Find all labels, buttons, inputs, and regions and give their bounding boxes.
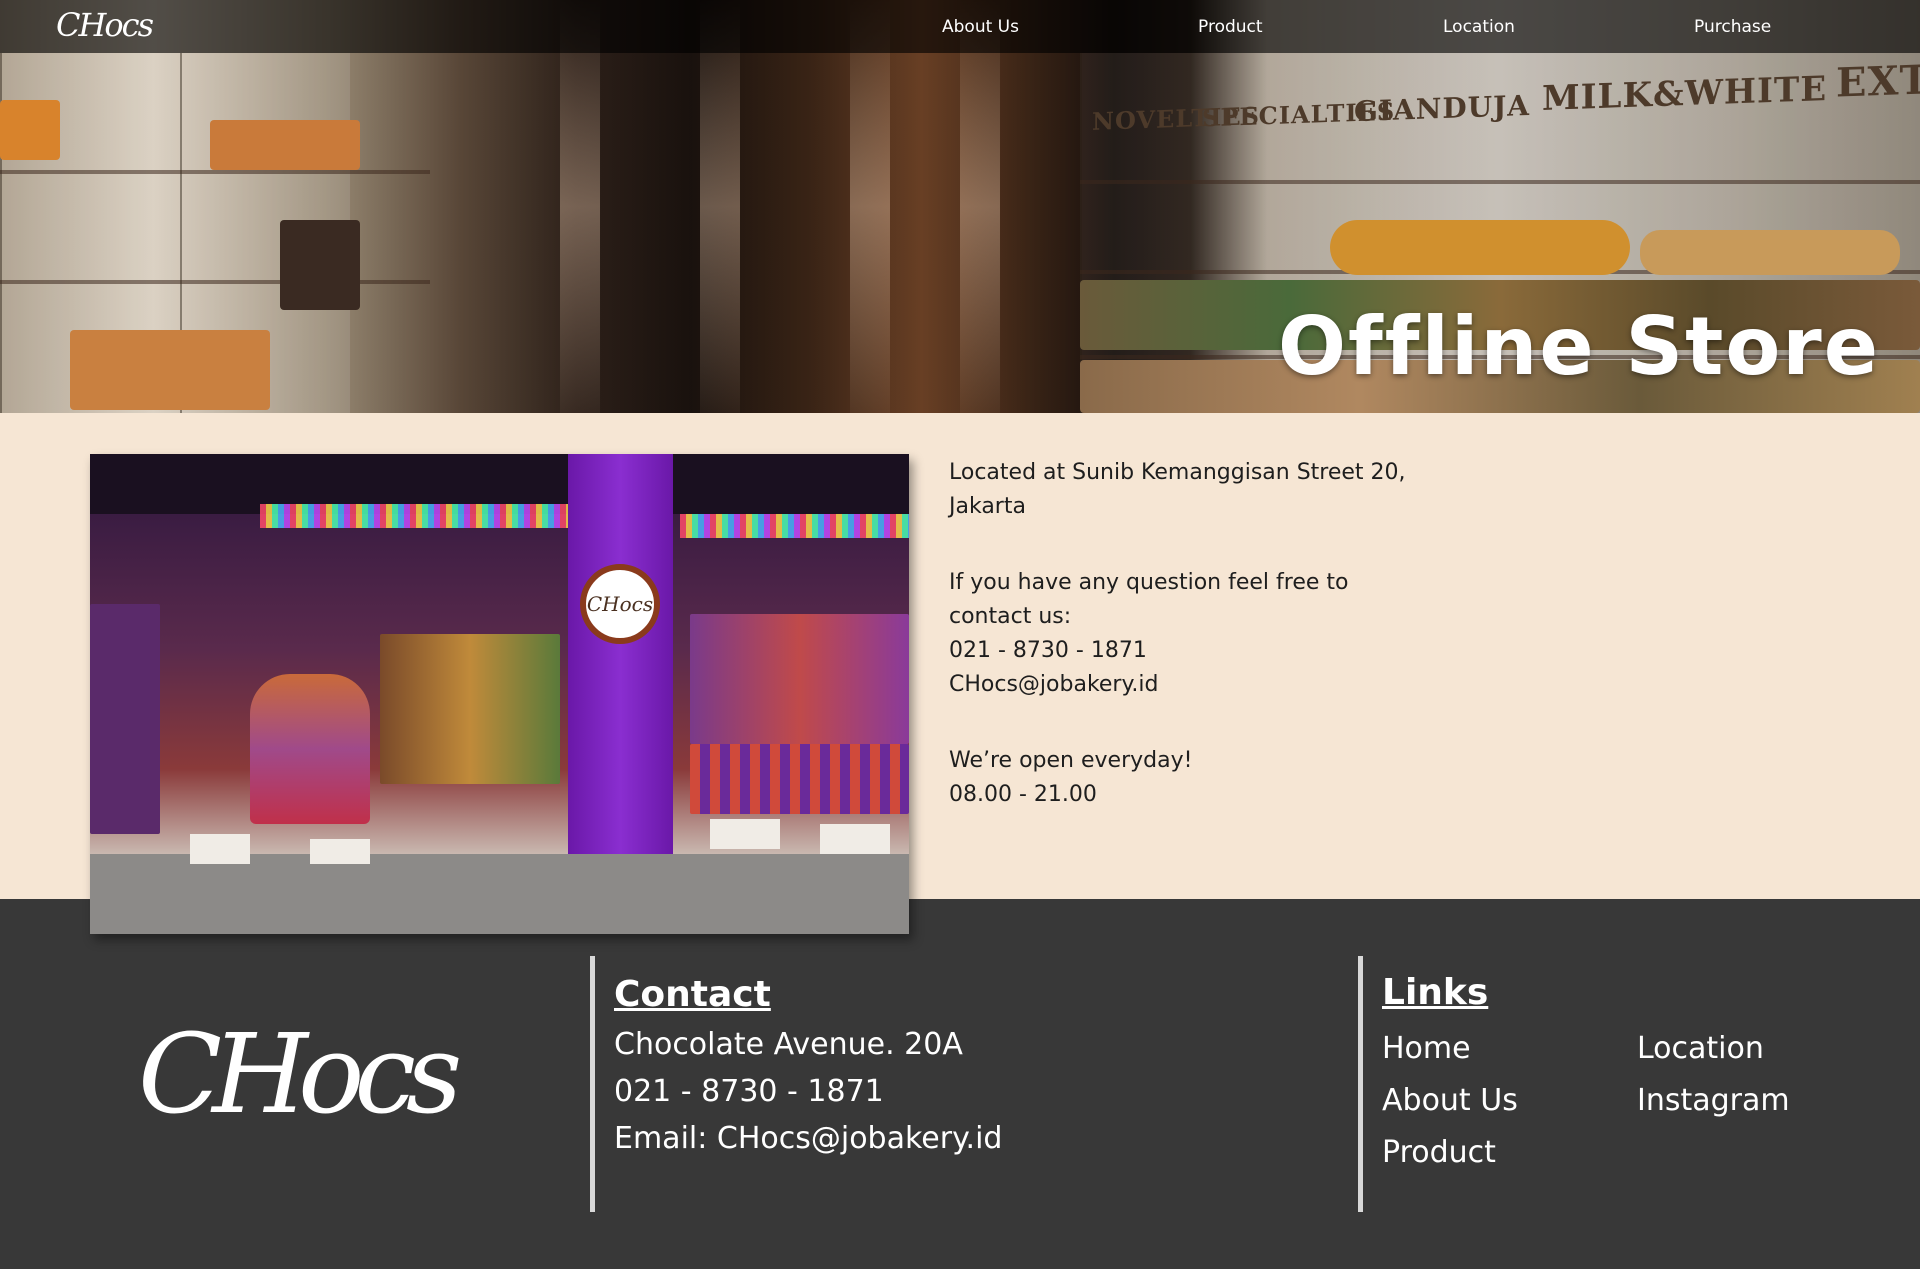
store-info: Located at Sunib Kemanggisan Street 20, … xyxy=(949,456,1429,854)
store-address: Located at Sunib Kemanggisan Street 20, … xyxy=(949,460,1406,519)
waterfall-light xyxy=(560,0,600,413)
footer-link-about-us[interactable]: About Us xyxy=(1382,1083,1518,1118)
waterfall-light xyxy=(960,0,1000,413)
store-email: CHocs@jobakery.id xyxy=(949,672,1159,697)
floor-tile xyxy=(820,824,890,854)
led-strip xyxy=(680,514,909,538)
open-days: We’re open everyday! xyxy=(949,748,1193,773)
candy-shelves xyxy=(380,634,560,784)
candy-tower xyxy=(250,674,370,824)
jars xyxy=(280,220,360,310)
nav-purchase[interactable]: Purchase xyxy=(1694,17,1771,37)
shelf-line xyxy=(1080,180,1920,184)
floor-tile xyxy=(310,839,370,864)
footer: CHocs Contact Chocolate Avenue. 20A 021 … xyxy=(0,899,1920,1269)
gift-box xyxy=(0,100,60,160)
shelf-sign-ext: EXT xyxy=(1836,56,1920,107)
footer-link-home[interactable]: Home xyxy=(1382,1031,1471,1066)
contact-heading: Contact xyxy=(614,974,771,1015)
waterfall-light xyxy=(700,0,740,413)
footer-link-location[interactable]: Location xyxy=(1637,1031,1764,1066)
nav-location[interactable]: Location xyxy=(1443,17,1515,37)
nav-about-us[interactable]: About Us xyxy=(942,17,1019,37)
photo-floor xyxy=(90,854,909,934)
shelf-line xyxy=(0,280,430,284)
contact-phone: 021 - 8730 - 1871 xyxy=(614,1074,884,1109)
floor-tile xyxy=(710,819,780,849)
pick-mix-counter xyxy=(690,744,909,814)
brand-logo[interactable]: CHocs xyxy=(56,6,154,44)
gift-boxes xyxy=(70,330,270,410)
page-title: Offline Store xyxy=(1277,300,1880,393)
contact-prompt: If you have any question feel free to co… xyxy=(949,570,1349,629)
hero-banner: NOVELTIES SPECIALTIES GIANDUJA MILK&WHIT… xyxy=(0,0,1920,413)
store-phone: 021 - 8730 - 1871 xyxy=(949,638,1147,663)
footer-link-instagram[interactable]: Instagram xyxy=(1637,1083,1790,1118)
nav-product[interactable]: Product xyxy=(1198,17,1263,37)
footer-logo: CHocs xyxy=(138,1010,462,1138)
contact-email: Email: CHocs@jobakery.id xyxy=(614,1121,1003,1156)
waterfall-light xyxy=(850,0,890,413)
links-heading: Links xyxy=(1382,972,1489,1013)
contact-address: Chocolate Avenue. 20A xyxy=(614,1027,963,1062)
gift-box xyxy=(210,120,360,170)
store-logo-badge: CHocs xyxy=(580,564,660,644)
wall-shelf xyxy=(90,604,160,834)
led-strip xyxy=(260,504,570,528)
open-hours: 08.00 - 21.00 xyxy=(949,782,1097,807)
chocolate-tins xyxy=(1330,220,1630,275)
shelf-line xyxy=(0,170,430,174)
shelf-sign-gianduja: GIANDUJA xyxy=(1354,88,1530,129)
top-navbar: CHocs About Us Product Location Purchase xyxy=(0,0,1920,53)
floor-tile xyxy=(190,834,250,864)
store-front-photo: CHocs xyxy=(90,454,909,934)
chocolate-tins xyxy=(1640,230,1900,275)
footer-link-product[interactable]: Product xyxy=(1382,1135,1496,1170)
footer-divider xyxy=(590,956,595,1212)
footer-divider xyxy=(1358,956,1363,1212)
purple-pillar xyxy=(568,454,673,869)
pick-mix-shelves xyxy=(690,614,909,744)
